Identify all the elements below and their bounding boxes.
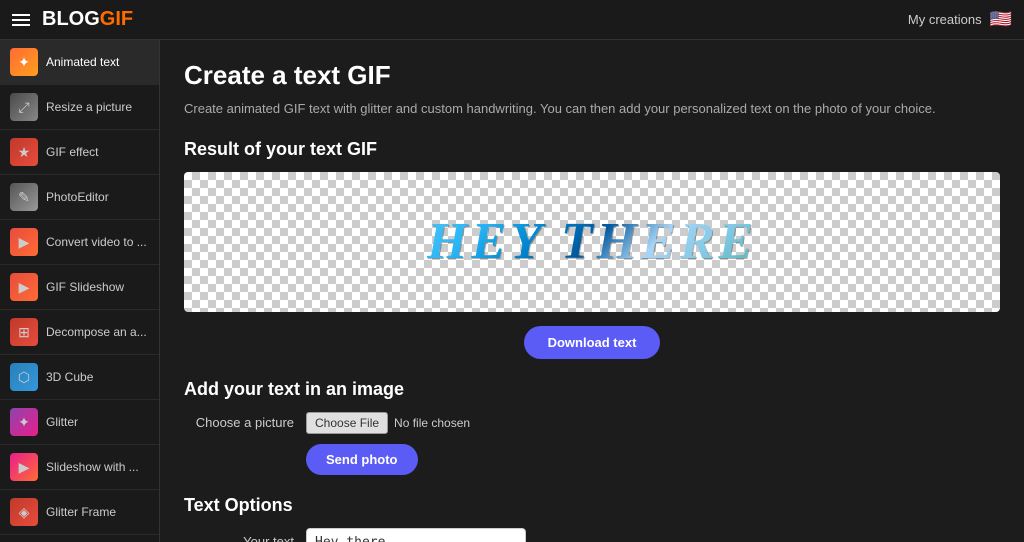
sidebar-icon-glitter: ✦ <box>10 408 38 436</box>
sidebar-item-gif-slideshow[interactable]: ▶ GIF Slideshow <box>0 265 159 310</box>
choose-file-button[interactable]: Choose File <box>306 412 388 434</box>
sidebar-label-convert-video: Convert video to ... <box>46 235 147 249</box>
choose-picture-row: Choose a picture Choose File No file cho… <box>184 412 1000 434</box>
my-creations-button[interactable]: My creations <box>908 12 982 27</box>
sidebar-label-decompose: Decompose an a... <box>46 325 147 339</box>
sidebar-item-convert-video[interactable]: ▶ Convert video to ... <box>0 220 159 265</box>
add-image-section: Add your text in an image Choose a pictu… <box>184 379 1000 475</box>
sidebar-item-3d-cube[interactable]: ⬡ 3D Cube <box>0 355 159 400</box>
file-input-wrapper: Choose File No file chosen <box>306 412 470 434</box>
sidebar-item-resize-picture[interactable]: ⤢ Resize a picture <box>0 85 159 130</box>
sidebar: ✦ Animated text ⤢ Resize a picture ★ GIF… <box>0 40 160 542</box>
language-flag[interactable]: 🇺🇸 <box>990 9 1012 30</box>
sidebar-icon-photo-editor: ✎ <box>10 183 38 211</box>
sidebar-label-slideshow-with: Slideshow with ... <box>46 460 139 474</box>
sidebar-item-decompose[interactable]: ⊞ Decompose an a... <box>0 310 159 355</box>
sidebar-item-animated-text[interactable]: ✦ Animated text <box>0 40 159 85</box>
sidebar-label-3d-cube: 3D Cube <box>46 370 93 384</box>
add-image-section-title: Add your text in an image <box>184 379 1000 400</box>
sidebar-icon-gif-slideshow: ▶ <box>10 273 38 301</box>
gif-preview-area: Hey there <box>184 172 1000 312</box>
sidebar-label-resize-picture: Resize a picture <box>46 100 132 114</box>
gif-preview-text: Hey there <box>427 212 757 271</box>
text-options-title: Text Options <box>184 495 1000 516</box>
sidebar-label-photo-editor: PhotoEditor <box>46 190 109 204</box>
sidebar-item-glitter[interactable]: ✦ Glitter <box>0 400 159 445</box>
layout: ✦ Animated text ⤢ Resize a picture ★ GIF… <box>0 40 1024 542</box>
send-photo-button[interactable]: Send photo <box>306 444 418 475</box>
your-text-label: Your text <box>184 528 294 542</box>
sidebar-icon-slideshow-with: ▶ <box>10 453 38 481</box>
sidebar-icon-animated-text: ✦ <box>10 48 38 76</box>
sidebar-item-glitter-frame[interactable]: ◈ Glitter Frame <box>0 490 159 535</box>
sidebar-icon-3d-cube: ⬡ <box>10 363 38 391</box>
sidebar-icon-gif-effect: ★ <box>10 138 38 166</box>
sidebar-label-gif-slideshow: GIF Slideshow <box>46 280 124 294</box>
sidebar-icon-resize-picture: ⤢ <box>10 93 38 121</box>
sidebar-item-slideshow-with[interactable]: ▶ Slideshow with ... <box>0 445 159 490</box>
download-text-button[interactable]: Download text <box>524 326 661 359</box>
your-text-row: Your text <box>184 528 1000 542</box>
choose-picture-label: Choose a picture <box>184 415 294 430</box>
sidebar-icon-decompose: ⊞ <box>10 318 38 346</box>
sidebar-label-animated-text: Animated text <box>46 55 119 69</box>
result-section-title: Result of your text GIF <box>184 139 1000 160</box>
sidebar-item-pop-art[interactable]: ◉ Pop Art picture <box>0 535 159 542</box>
sidebar-item-photo-editor[interactable]: ✎ PhotoEditor <box>0 175 159 220</box>
no-file-text: No file chosen <box>394 416 470 430</box>
main-content: Create a text GIF Create animated GIF te… <box>160 40 1024 542</box>
page-title: Create a text GIF <box>184 60 1000 91</box>
header: BLOGGIF My creations 🇺🇸 <box>0 0 1024 40</box>
logo-highlight: GIF <box>100 8 133 30</box>
sidebar-icon-glitter-frame: ◈ <box>10 498 38 526</box>
text-options-section: Text Options Your text <box>184 495 1000 542</box>
sidebar-item-gif-effect[interactable]: ★ GIF effect <box>0 130 159 175</box>
sidebar-label-glitter: Glitter <box>46 415 78 429</box>
logo: BLOGGIF <box>42 8 133 31</box>
menu-button[interactable] <box>12 14 30 26</box>
sidebar-label-gif-effect: GIF effect <box>46 145 98 159</box>
your-text-input[interactable] <box>306 528 526 542</box>
page-description: Create animated GIF text with glitter an… <box>184 99 1000 119</box>
header-right: My creations 🇺🇸 <box>908 9 1012 30</box>
sidebar-label-glitter-frame: Glitter Frame <box>46 505 116 519</box>
header-left: BLOGGIF <box>12 8 133 31</box>
sidebar-icon-convert-video: ▶ <box>10 228 38 256</box>
